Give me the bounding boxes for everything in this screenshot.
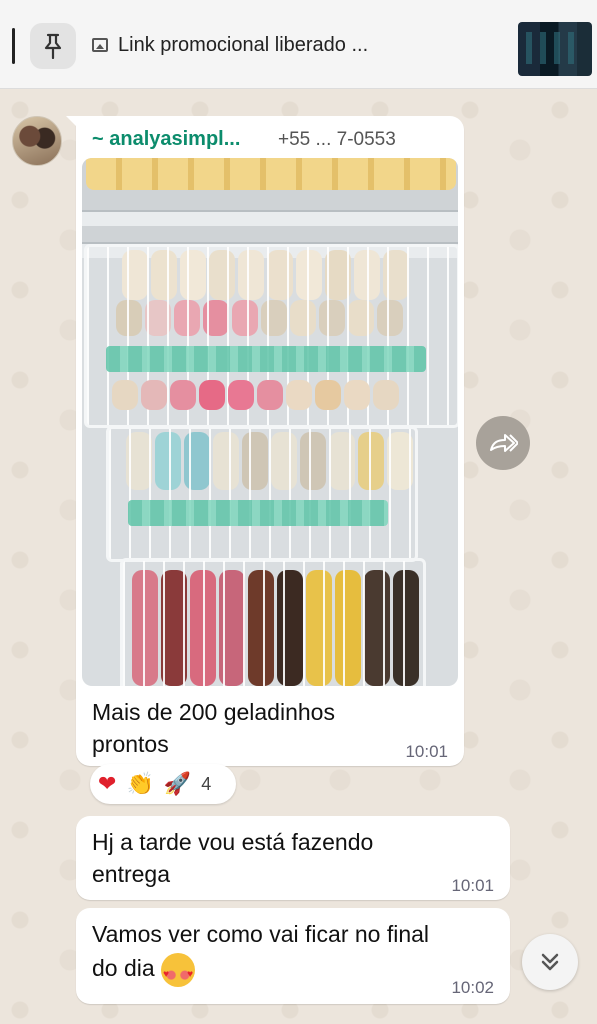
sender-phone: +55 ... 7-0553 bbox=[278, 129, 396, 150]
smiling-face-with-hearts-icon bbox=[161, 952, 196, 991]
clap-reaction-icon: 👏 bbox=[126, 771, 154, 797]
message-time: 10:02 bbox=[451, 978, 494, 997]
forward-icon bbox=[490, 434, 518, 452]
reaction-count: 4 bbox=[201, 773, 212, 794]
freezer-basket-bottom bbox=[120, 558, 426, 686]
message-bubble-text[interactable]: Vamos ver como vai ficar no final do dia… bbox=[76, 908, 510, 1004]
message-bubble-text[interactable]: Hj a tarde vou está fazendo entrega 10:0… bbox=[76, 816, 510, 900]
pinned-indicator bbox=[12, 28, 15, 64]
message-reactions[interactable]: ❤ 👏 🚀 4 bbox=[90, 764, 236, 804]
pin-icon bbox=[44, 33, 62, 59]
image-icon bbox=[92, 38, 108, 52]
message-time: 10:01 bbox=[451, 876, 494, 895]
pinned-message-bar[interactable]: Link promocional liberado ... bbox=[0, 0, 597, 89]
message-time: 10:01 bbox=[405, 742, 448, 761]
message-line-1: Vamos ver como vai ficar no final bbox=[92, 921, 430, 947]
forward-button[interactable] bbox=[476, 416, 530, 470]
freezer-photo[interactable] bbox=[82, 158, 458, 686]
rocket-reaction-icon: 🚀 bbox=[163, 771, 192, 797]
caption-line-2: prontos bbox=[92, 731, 169, 757]
message-line-2: entrega bbox=[92, 861, 171, 887]
freezer-basket-middle bbox=[106, 426, 418, 562]
caption-line-1: Mais de 200 geladinhos bbox=[92, 699, 335, 725]
message-bubble-image[interactable]: ~ analyasimpl... +55 ... 7-0553 Mais de … bbox=[66, 116, 464, 766]
pinned-message-text[interactable]: Link promocional liberado ... bbox=[118, 34, 368, 57]
message-line-2-text: do dia bbox=[92, 955, 155, 981]
sender-avatar[interactable] bbox=[12, 116, 62, 166]
photo-freezer-top bbox=[82, 158, 458, 250]
sender-name[interactable]: ~ analyasimpl... bbox=[92, 128, 240, 151]
pin-button[interactable] bbox=[30, 23, 76, 69]
scroll-to-bottom-button[interactable] bbox=[522, 934, 578, 990]
double-chevron-down-icon bbox=[541, 953, 559, 971]
message-line-2: do dia bbox=[92, 952, 196, 991]
pinned-message-thumbnail[interactable] bbox=[518, 22, 592, 76]
message-line-1: Hj a tarde vou está fazendo bbox=[92, 829, 374, 855]
heart-reaction-icon: ❤ bbox=[98, 771, 117, 797]
